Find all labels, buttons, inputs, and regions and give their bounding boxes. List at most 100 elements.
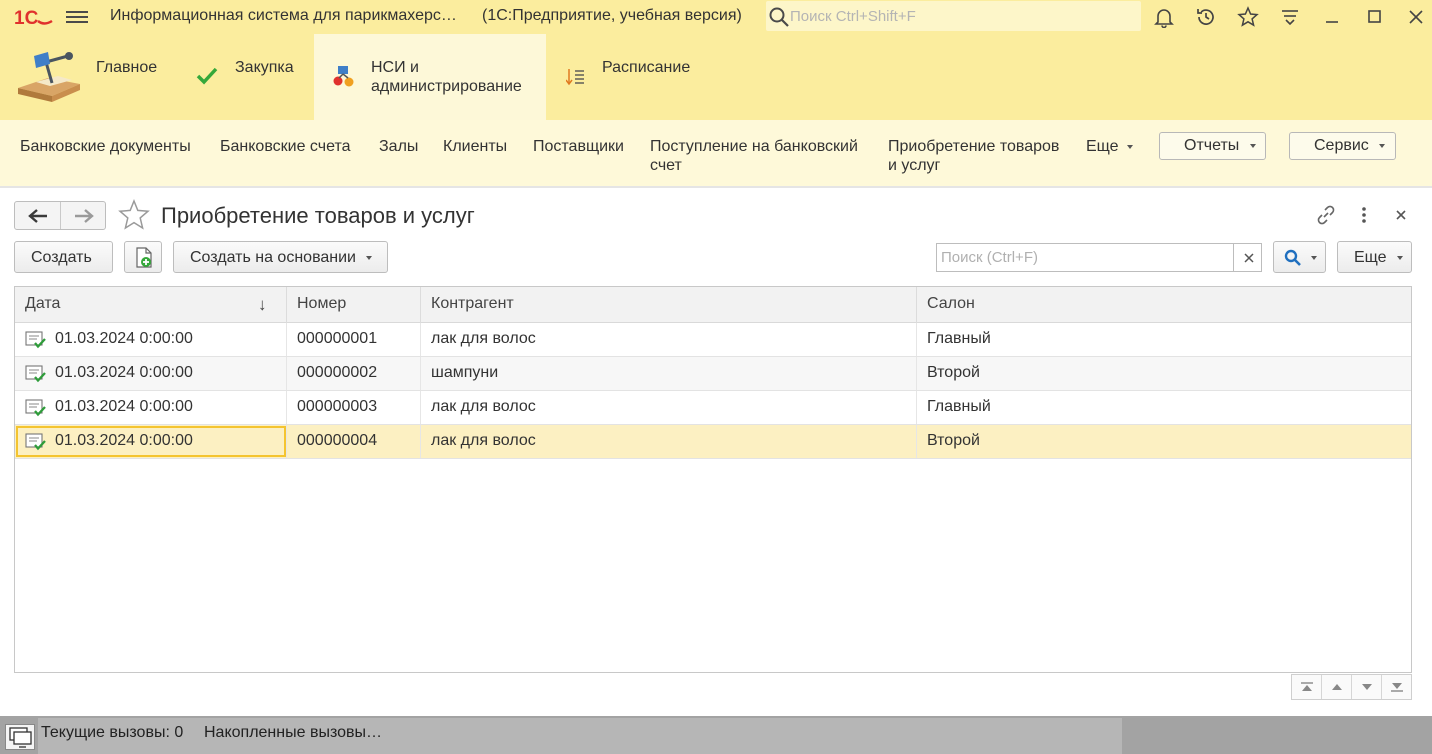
func-halls[interactable]: Залы [379, 137, 418, 156]
history-icon[interactable] [1194, 5, 1218, 29]
reports-label: Отчеты [1184, 137, 1240, 154]
maximize-icon[interactable] [1362, 5, 1386, 29]
section-schedule[interactable]: Расписание [546, 34, 726, 120]
cell-date: 01.03.2024 0:00:00 [15, 323, 287, 356]
forward-arrow-icon[interactable] [73, 208, 95, 224]
func-more-menu[interactable]: Еще [1086, 137, 1134, 156]
form-more-label: Еще [1354, 249, 1387, 266]
func-suppliers[interactable]: Поставщики [533, 137, 624, 156]
cell-counterparty: лак для волос [421, 425, 917, 458]
checkmark-icon [196, 67, 218, 85]
chevron-down-icon [1311, 256, 1317, 260]
func-goods-purchase-line1: Приобретение товаров [888, 138, 1060, 155]
form-more-button[interactable]: Еще [1337, 241, 1412, 273]
documents-table[interactable]: Дата ↓ Номер Контрагент Салон 01.03.2024… [14, 286, 1412, 673]
status-pane [38, 718, 1122, 754]
table-row[interactable]: 01.03.2024 0:00:00 000000001 лак для вол… [15, 323, 1411, 357]
status-bar: Текущие вызовы: 0 Накопленные вызовы… [0, 716, 1432, 754]
monitor-icon[interactable] [5, 724, 35, 750]
cell-number: 000000002 [287, 357, 421, 390]
current-cell-focus [16, 426, 286, 457]
section-label-purchase: Закупка [235, 59, 294, 76]
search-icon [1284, 249, 1301, 266]
func-more-label: Еще [1086, 138, 1119, 155]
close-form-icon[interactable] [1389, 203, 1413, 227]
more-actions-icon[interactable] [1352, 203, 1376, 227]
global-search-input[interactable] [790, 5, 1130, 27]
nav-buttons [14, 201, 106, 230]
form-title: Приобретение товаров и услуг [161, 203, 475, 228]
table-row[interactable]: 01.03.2024 0:00:00 000000003 лак для вол… [15, 391, 1411, 425]
1c-logo-icon[interactable]: 1С [14, 6, 54, 29]
func-bank-receipt-line2: счет [650, 157, 682, 174]
sort-descending-icon: ↓ [258, 295, 267, 314]
service-button[interactable]: Сервис [1289, 132, 1396, 160]
scroll-up-icon[interactable] [1322, 675, 1352, 699]
svg-text:1С: 1С [14, 8, 39, 28]
cell-salon: Главный [927, 330, 991, 347]
cell-date: 01.03.2024 0:00:00 [15, 357, 287, 390]
cell-number: 000000003 [287, 391, 421, 424]
chevron-down-icon [1379, 143, 1386, 148]
column-header-counterparty[interactable]: Контрагент [421, 287, 917, 323]
func-bank-documents[interactable]: Банковские документы [20, 137, 191, 156]
close-window-icon[interactable] [1404, 5, 1428, 29]
column-header-salon[interactable]: Салон [917, 287, 1411, 323]
section-label-admin: НСИ и администрирование [371, 58, 522, 96]
search-options-button[interactable] [1273, 241, 1326, 273]
favorite-star-icon[interactable] [118, 199, 150, 231]
desk-lamp-icon [18, 52, 80, 102]
scroll-down-icon[interactable] [1352, 675, 1382, 699]
cell-salon: Второй [927, 364, 980, 381]
copy-document-button[interactable] [124, 241, 162, 273]
func-clients[interactable]: Клиенты [443, 137, 507, 156]
back-arrow-icon[interactable] [27, 208, 49, 224]
minimize-icon[interactable] [1320, 5, 1344, 29]
section-admin[interactable]: НСИ и администрирование [314, 34, 546, 120]
func-bank-receipt-line1: Поступление на банковский [650, 138, 858, 155]
bell-icon[interactable] [1152, 5, 1176, 29]
column-header-date[interactable]: Дата ↓ [15, 287, 287, 323]
cell-counterparty: лак для волос [421, 323, 917, 356]
cell-number: 000000001 [287, 323, 421, 356]
reports-button[interactable]: Отчеты [1159, 132, 1266, 160]
title-bar: 1С Информационная система для парикмахер… [0, 0, 1432, 34]
cell-counterparty: лак для волос [421, 391, 917, 424]
table-header: Дата ↓ Номер Контрагент Салон [15, 287, 1411, 323]
scroll-to-top-icon[interactable] [1292, 675, 1322, 699]
chevron-down-icon [1397, 255, 1404, 260]
func-bank-accounts[interactable]: Банковские счета [220, 137, 350, 156]
chevron-down-icon [1127, 144, 1134, 149]
column-label-date: Дата [25, 295, 61, 312]
global-search[interactable] [766, 1, 1141, 31]
list-search-input[interactable] [937, 244, 1234, 271]
scroll-to-bottom-icon[interactable] [1382, 675, 1412, 699]
chevron-down-icon [1249, 143, 1256, 148]
service-label: Сервис [1314, 137, 1369, 154]
table-row[interactable]: 01.03.2024 0:00:00 000000002 шампуни Вто… [15, 357, 1411, 391]
main-menu-icon[interactable] [66, 8, 88, 26]
search-icon [769, 7, 789, 27]
posted-document-icon [25, 331, 46, 349]
create-based-on-button[interactable]: Создать на основании [173, 241, 388, 273]
cell-salon: Второй [927, 432, 980, 449]
settings-menu-icon[interactable] [1278, 5, 1302, 29]
accumulated-calls-text[interactable]: Накопленные вызовы… [204, 724, 382, 742]
function-panel: Банковские документы Банковские счета За… [0, 120, 1432, 188]
func-goods-purchase[interactable]: Приобретение товаров и услуг [888, 137, 1059, 175]
func-goods-purchase-line2: и услуг [888, 157, 941, 174]
link-icon[interactable] [1314, 203, 1338, 227]
section-label-admin-line2: администрирование [371, 78, 522, 95]
sections-panel: Главное Закупка НСИ и администрирование … [0, 34, 1432, 120]
section-purchase[interactable]: Закупка [180, 34, 313, 120]
favorites-star-icon[interactable] [1236, 5, 1260, 29]
app-title: Информационная система для парикмахерс… [110, 7, 457, 24]
section-main[interactable]: Главное [0, 34, 180, 120]
date-value: 01.03.2024 0:00:00 [55, 330, 193, 347]
column-header-number[interactable]: Номер [287, 287, 421, 323]
create-button[interactable]: Создать [14, 241, 113, 273]
func-bank-receipt[interactable]: Поступление на банковский счет [650, 137, 858, 175]
posted-document-icon [25, 365, 46, 383]
clear-search-icon[interactable] [1236, 244, 1261, 271]
posted-document-icon [25, 399, 46, 417]
